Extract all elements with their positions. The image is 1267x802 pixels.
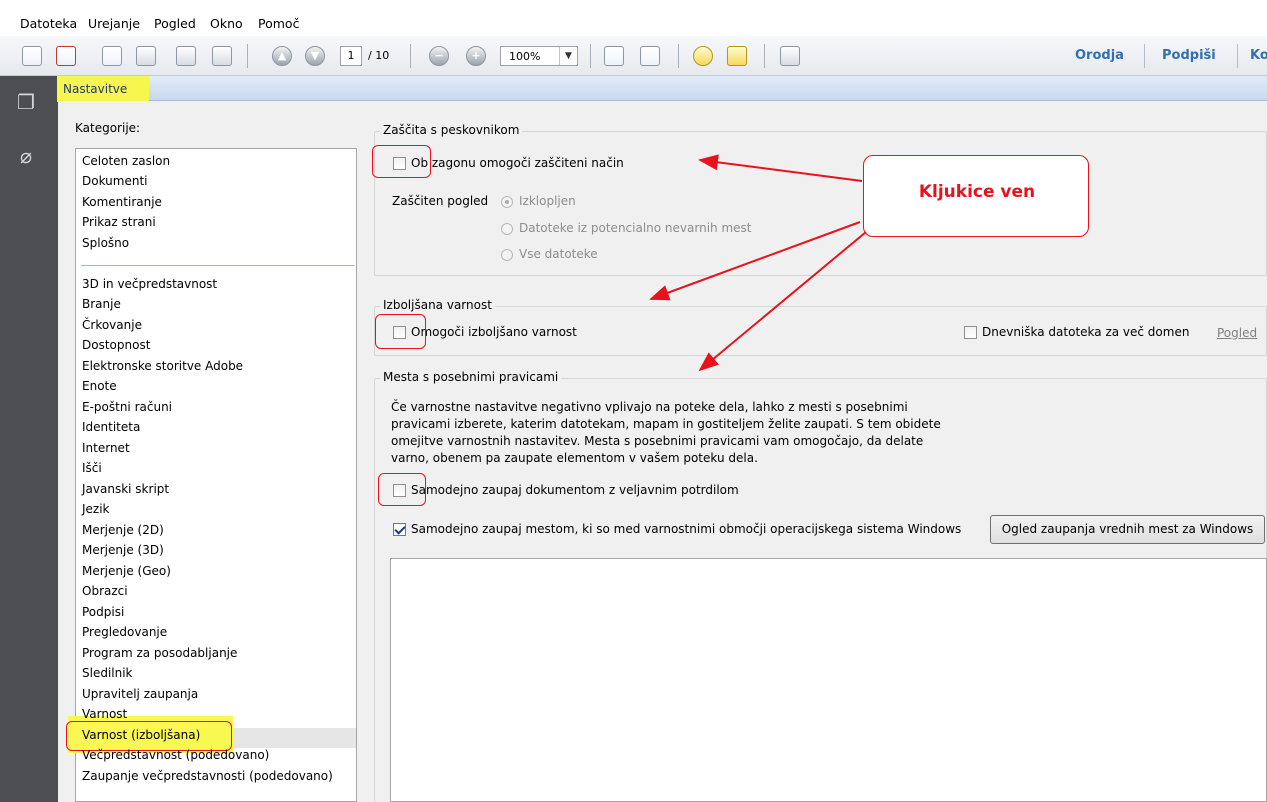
annotation-arrows — [649, 154, 867, 372]
arrow-to-privileged — [698, 231, 867, 372]
arrow-to-startup — [698, 154, 863, 182]
arrow-to-enhanced — [649, 221, 861, 301]
